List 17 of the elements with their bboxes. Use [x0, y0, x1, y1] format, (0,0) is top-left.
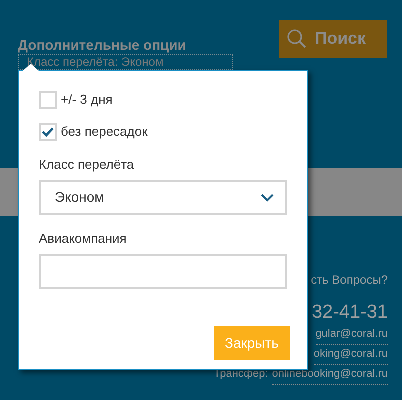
search-icon: [287, 29, 307, 49]
email-label: Трансфер:: [214, 367, 268, 382]
phone-number: 32-41-31: [310, 301, 388, 325]
airline-field[interactable]: [39, 254, 287, 289]
checkbox[interactable]: [39, 123, 57, 141]
field-label: Класс перелёта: [39, 157, 136, 173]
checkbox-label: без пересадок: [61, 123, 148, 141]
email-link[interactable]: oking@coral.ru: [314, 345, 388, 365]
checkbox-label: +/- 3 дня: [61, 91, 113, 109]
email-link[interactable]: gular@coral.ru: [316, 325, 388, 345]
section-title[interactable]: Дополнительные опции: [18, 37, 233, 54]
checkbox[interactable]: [39, 91, 57, 109]
class-dropdown[interactable]: Эконом: [39, 180, 287, 215]
search-button[interactable]: Поиск: [279, 20, 387, 58]
question-text: сть Вопросы?: [310, 272, 388, 288]
chevron-icon: [261, 194, 274, 202]
field-label: Авиакомпания: [39, 231, 128, 247]
